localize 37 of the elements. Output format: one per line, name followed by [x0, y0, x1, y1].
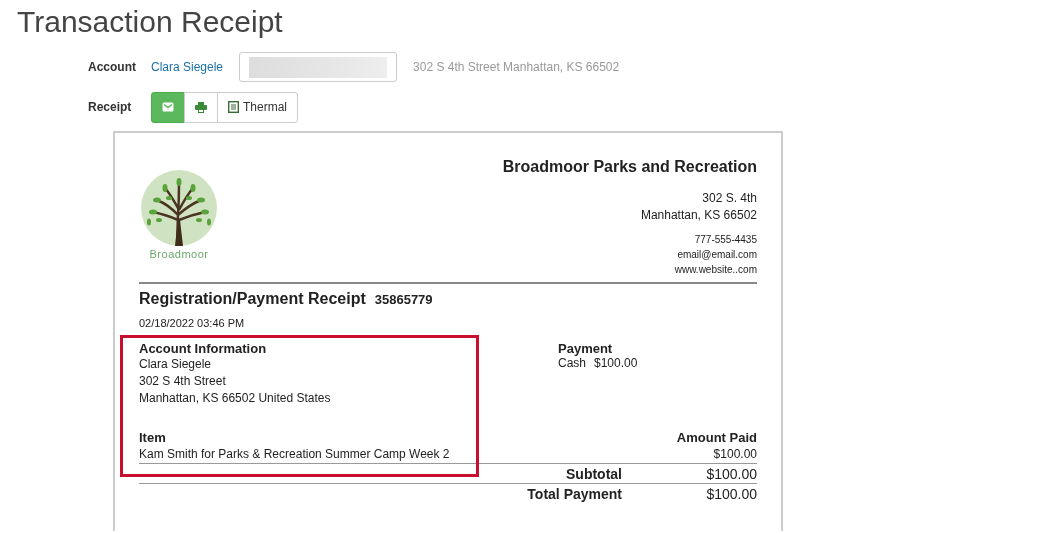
thermal-button[interactable]: Thermal: [217, 91, 298, 123]
receipt-number: 35865779: [374, 292, 433, 307]
organization-name: Broadmoor Parks and Recreation: [502, 158, 757, 176]
payment-amount: $100.00: [594, 356, 638, 370]
address-line: 302 S. 4th: [701, 190, 757, 207]
item-amount: $100.00: [713, 447, 757, 461]
document-icon: [228, 101, 239, 113]
page-title: Transaction Receipt: [16, 4, 284, 40]
account-detail: Clara Siegele: [139, 356, 213, 373]
account-field[interactable]: [239, 52, 398, 82]
account-detail: 302 S 4th Street: [139, 373, 227, 390]
total-label: Subtotal: [565, 466, 622, 482]
column-header: Item: [139, 430, 166, 445]
logo-text: Broadmoor: [149, 248, 209, 260]
contact-line: www.website..com: [673, 263, 757, 277]
section-heading: Payment: [558, 341, 614, 356]
account-link[interactable]: Clara Siegele: [151, 60, 224, 74]
receipt-date: 02/18/2022 03:46 PM: [139, 317, 246, 329]
receipt-title: Registration/Payment Receipt: [139, 290, 366, 308]
account-detail: Manhattan, KS 66502 United States: [139, 390, 332, 407]
address-line: Manhattan, KS 66502: [639, 207, 757, 224]
contact-line: email@email.com: [676, 248, 757, 262]
contact-line: 777-555-4435: [693, 233, 757, 247]
column-header: Amount Paid: [676, 430, 757, 445]
item-name: Kam Smith for Parks & Recreation Summer Camp Week 2: [139, 447, 450, 461]
print-button[interactable]: [184, 91, 218, 123]
total-label: Total Payment: [526, 486, 622, 502]
field-label: Receipt: [88, 100, 133, 114]
account-address: 302 S 4th Street Manhattan, KS 66502: [413, 60, 620, 74]
total-value: $100.00: [705, 466, 757, 482]
printer-icon: [195, 101, 207, 113]
payment-method: Cash: [558, 356, 586, 370]
email-button[interactable]: [151, 91, 185, 123]
field-label: Account: [88, 60, 137, 74]
section-heading: Account Information: [139, 341, 268, 356]
envelope-icon: [162, 102, 174, 112]
total-value: $100.00: [705, 486, 757, 502]
